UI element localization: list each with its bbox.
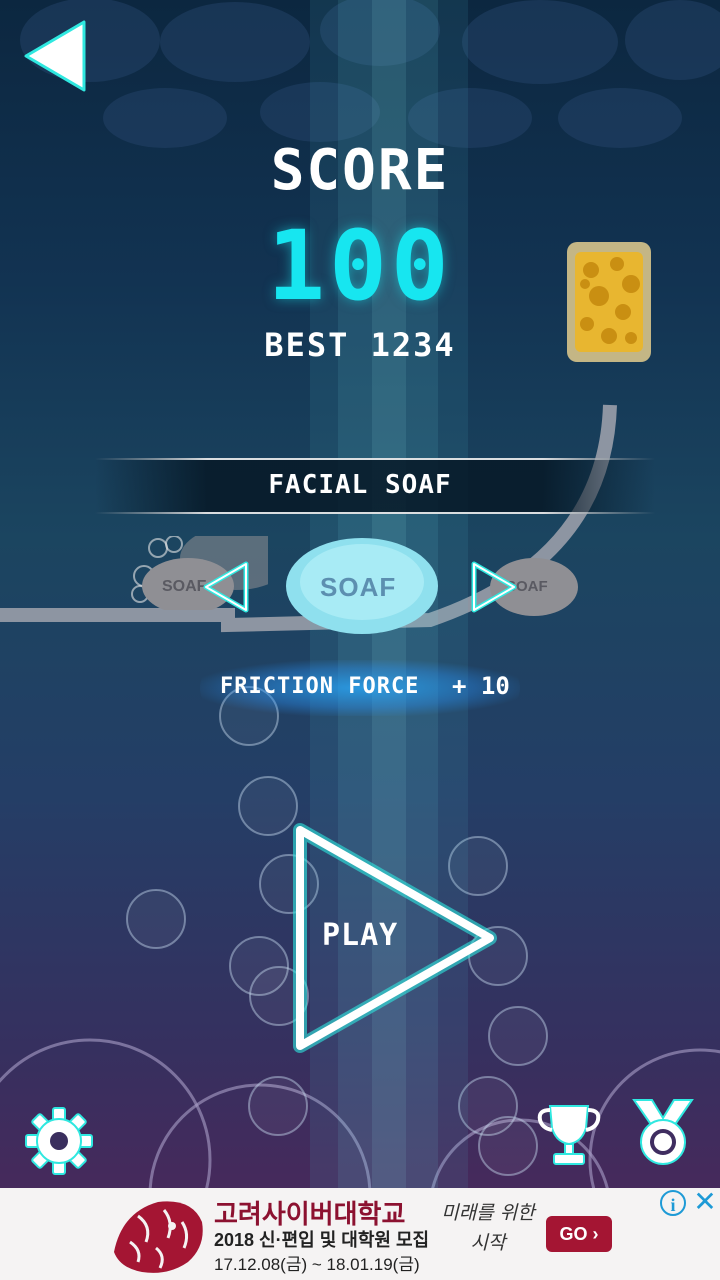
play-label: PLAY	[322, 918, 399, 953]
game-screen: SCORE 100 BEST 1234 FACIAL SOAF SOAF SOA…	[0, 0, 720, 1280]
back-arrow-icon[interactable]	[20, 18, 90, 94]
friction-label: FRICTION FORCE	[220, 674, 420, 699]
ad-dates: 17.12.08(금) ~ 18.01.19(금)	[214, 1255, 420, 1274]
score-label: SCORE	[270, 138, 450, 203]
medal-icon[interactable]	[630, 1096, 696, 1168]
friction-value: + 10	[452, 672, 510, 700]
sponge-icon	[567, 242, 651, 362]
ad-subtitle: 2018 신·편입 및 대학원 모집	[214, 1230, 430, 1250]
soap-current[interactable]: SOAF	[284, 536, 440, 636]
soap-label: SOAF	[320, 572, 397, 602]
left-arrow-icon[interactable]	[200, 560, 252, 614]
right-arrow-icon[interactable]	[468, 560, 520, 614]
tiger-logo-icon	[114, 1201, 203, 1273]
trophy-icon[interactable]	[536, 1100, 602, 1168]
ad-close-icon[interactable]: ✕	[692, 1188, 718, 1216]
gear-icon[interactable]	[24, 1106, 94, 1176]
ad-info-icon[interactable]: i	[660, 1190, 686, 1216]
ad-go-button[interactable]: GO ›	[546, 1216, 612, 1252]
soap-name: FACIAL SOAF	[268, 470, 452, 500]
ad-slogan: 미래를 위한 시작	[441, 1202, 535, 1254]
play-button[interactable]: PLAY	[288, 820, 504, 1056]
